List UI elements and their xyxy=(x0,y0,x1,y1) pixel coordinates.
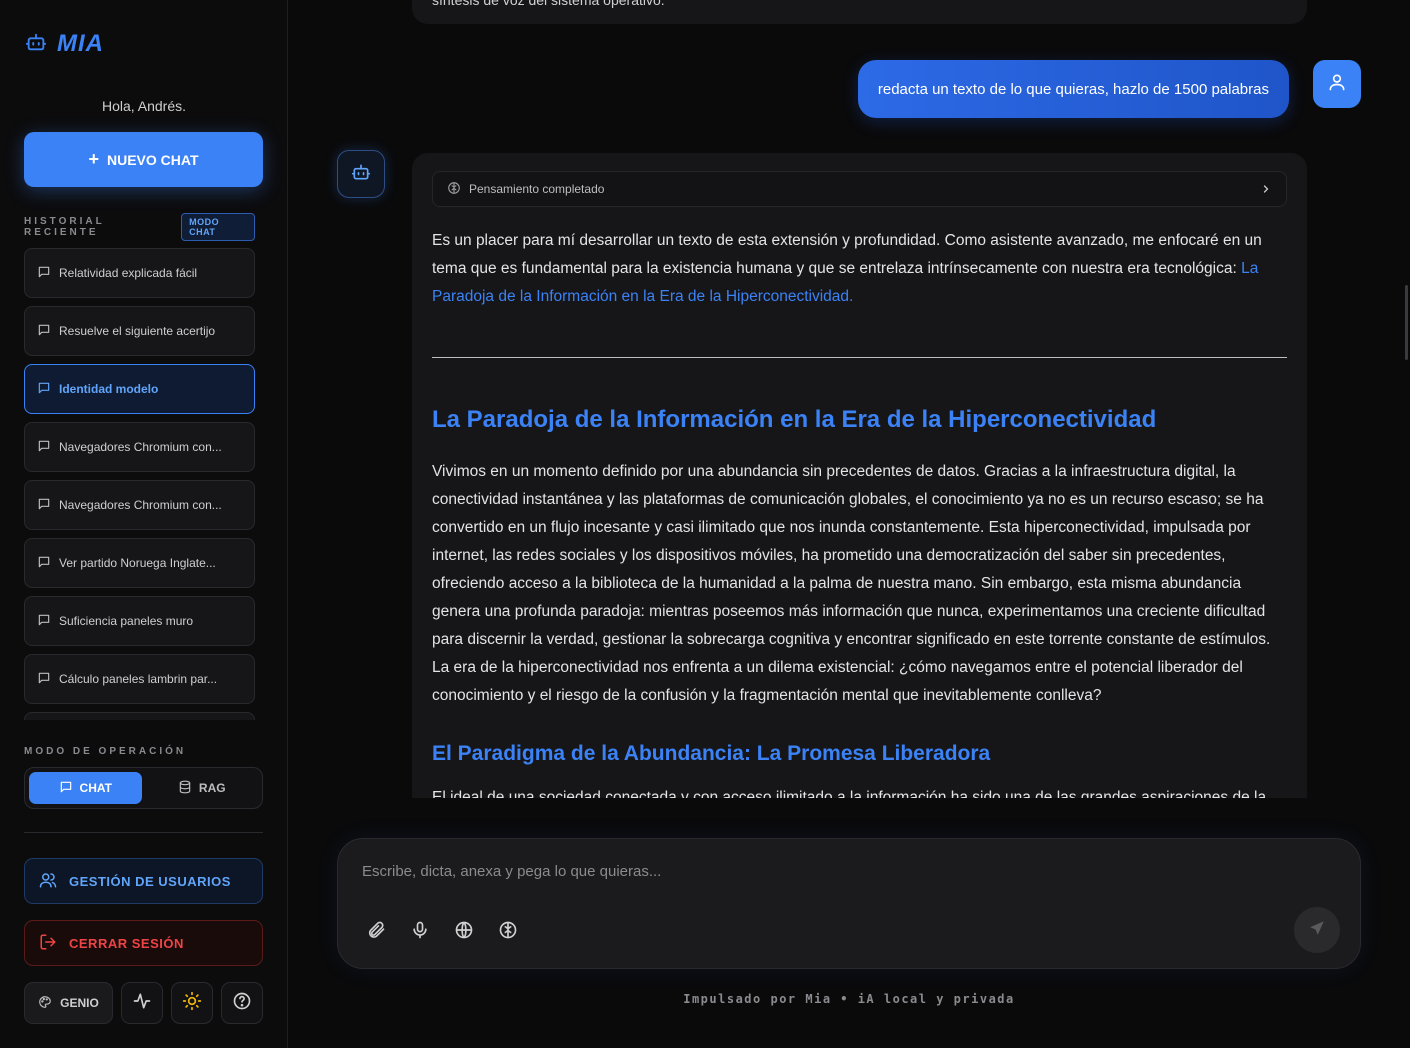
composer xyxy=(337,838,1361,969)
intro-paragraph: Es un placer para mí desarrollar un text… xyxy=(432,227,1287,311)
scrollbar[interactable] xyxy=(1405,285,1408,360)
mode-chat-label: CHAT xyxy=(79,781,112,795)
chat-icon xyxy=(59,780,73,797)
history-title: HISTORIAL RECIENTE xyxy=(24,216,105,238)
footer-text: Impulsado por Mia • iA local y privada xyxy=(683,992,1015,1006)
mode-badge: MODO CHAT xyxy=(181,213,255,241)
intro-text: Es un placer para mí desarrollar un text… xyxy=(432,232,1262,277)
history-item-label: Resuelve el siguiente acertijo xyxy=(59,324,216,338)
new-chat-button[interactable]: + NUEVO CHAT xyxy=(24,132,263,187)
history-item[interactable] xyxy=(24,712,255,720)
history-item-label: Identidad modelo xyxy=(59,382,159,396)
history-item-label: Ver partido Noruega Inglate... xyxy=(59,556,216,570)
plus-icon: + xyxy=(88,149,99,169)
assistant-message: Pensamiento completado Es un placer para… xyxy=(412,153,1307,798)
logout-label: CERRAR SESIÓN xyxy=(69,935,184,951)
chat-icon xyxy=(37,613,51,630)
thinking-toggle[interactable]: Pensamiento completado xyxy=(432,171,1287,207)
chevron-right-icon xyxy=(1260,183,1272,198)
database-icon xyxy=(178,780,192,797)
message-input[interactable] xyxy=(362,863,1262,880)
sun-icon xyxy=(182,991,202,1016)
user-avatar xyxy=(1313,60,1361,108)
composer-tools xyxy=(366,919,518,941)
chat-icon xyxy=(37,497,51,514)
bot-avatar xyxy=(337,150,385,198)
user-icon xyxy=(1327,72,1347,97)
chat-main: síntesis de voz del sistema operativo. r… xyxy=(288,0,1410,1048)
send-button[interactable] xyxy=(1294,907,1340,953)
microphone-icon[interactable] xyxy=(410,919,430,941)
sidebar: MIA Hola, Andrés. + NUEVO CHAT HISTORIAL… xyxy=(0,0,288,1048)
attach-icon[interactable] xyxy=(366,919,386,941)
previous-message: síntesis de voz del sistema operativo. xyxy=(412,0,1307,24)
horizontal-rule xyxy=(432,357,1287,358)
history-item-label: Navegadores Chromium con... xyxy=(59,440,222,454)
history-item-label: Navegadores Chromium con... xyxy=(59,498,222,512)
chat-icon xyxy=(37,671,51,688)
logout-icon xyxy=(39,933,57,954)
logout-button[interactable]: CERRAR SESIÓN xyxy=(24,920,263,966)
chat-icon xyxy=(37,265,51,282)
chat-icon xyxy=(37,323,51,340)
globe-icon[interactable] xyxy=(454,919,474,941)
history-item[interactable]: Identidad modelo xyxy=(24,364,255,414)
history-item[interactable]: Ver partido Noruega Inglate... xyxy=(24,538,255,588)
help-button[interactable] xyxy=(221,982,263,1024)
chat-icon xyxy=(37,439,51,456)
user-message: redacta un texto de lo que quieras, hazl… xyxy=(857,60,1289,118)
chat-icon xyxy=(37,381,51,398)
previous-message-text: síntesis de voz del sistema operativo. xyxy=(432,0,665,8)
brightness-button[interactable] xyxy=(171,982,213,1024)
greeting: Hola, Andrés. xyxy=(101,98,187,114)
history-item-label: Cálculo paneles lambrin par... xyxy=(59,672,218,686)
theme-button[interactable]: GENIO xyxy=(24,982,113,1024)
history-item[interactable]: Navegadores Chromium con... xyxy=(24,422,255,472)
mode-rag-button[interactable]: RAG xyxy=(146,772,259,804)
brain-icon[interactable] xyxy=(498,919,518,941)
thinking-label: Pensamiento completado xyxy=(469,182,605,196)
help-icon xyxy=(232,991,252,1016)
history-item[interactable]: Relatividad explicada fácil xyxy=(24,248,255,298)
op-mode-title: MODO DE OPERACIÓN xyxy=(24,746,187,757)
heading-2: El Paradigma de la Abundancia: La Promes… xyxy=(432,742,991,765)
mode-rag-label: RAG xyxy=(198,781,226,795)
app-logo[interactable]: MIA xyxy=(25,30,104,58)
bottom-controls: GENIO xyxy=(24,982,263,1024)
user-message-text: redacta un texto de lo que quieras, hazl… xyxy=(877,80,1269,98)
mode-chat-button[interactable]: CHAT xyxy=(29,772,142,804)
history-item[interactable]: Resuelve el siguiente acertijo xyxy=(24,306,255,356)
history-item[interactable]: Navegadores Chromium con... xyxy=(24,480,255,530)
user-management-button[interactable]: GESTIÓN DE USUARIOS xyxy=(24,858,263,904)
users-icon xyxy=(39,871,57,892)
chat-icon xyxy=(37,555,51,572)
robot-icon xyxy=(25,31,47,58)
activity-icon xyxy=(132,991,152,1016)
paragraph-2: El ideal de una sociedad conectada y con… xyxy=(432,789,1267,798)
heading-1: La Paradoja de la Información en la Era … xyxy=(432,406,1157,433)
activity-button[interactable] xyxy=(121,982,163,1024)
history-item-label: Relatividad explicada fácil xyxy=(59,266,198,280)
op-mode-toggle: CHAT RAG xyxy=(24,767,263,809)
brain-icon xyxy=(447,181,461,198)
send-icon xyxy=(1308,919,1326,942)
history-item[interactable]: Cálculo paneles lambrin par... xyxy=(24,654,255,704)
paragraph-1: Vivimos en un momento definido por una a… xyxy=(432,463,1271,704)
history-header: HISTORIAL RECIENTE MODO CHAT xyxy=(24,213,255,241)
history-list: Relatividad explicada fácil Resuelve el s… xyxy=(24,248,255,720)
history-item-label: Suficiencia paneles muro xyxy=(59,614,194,628)
sidebar-divider xyxy=(24,832,263,833)
robot-icon xyxy=(351,162,371,187)
palette-icon xyxy=(38,995,52,1012)
new-chat-label: NUEVO CHAT xyxy=(106,151,199,168)
user-management-label: GESTIÓN DE USUARIOS xyxy=(69,873,231,889)
app-name: MIA xyxy=(57,30,104,57)
theme-label: GENIO xyxy=(60,996,99,1010)
history-item[interactable]: Suficiencia paneles muro xyxy=(24,596,255,646)
